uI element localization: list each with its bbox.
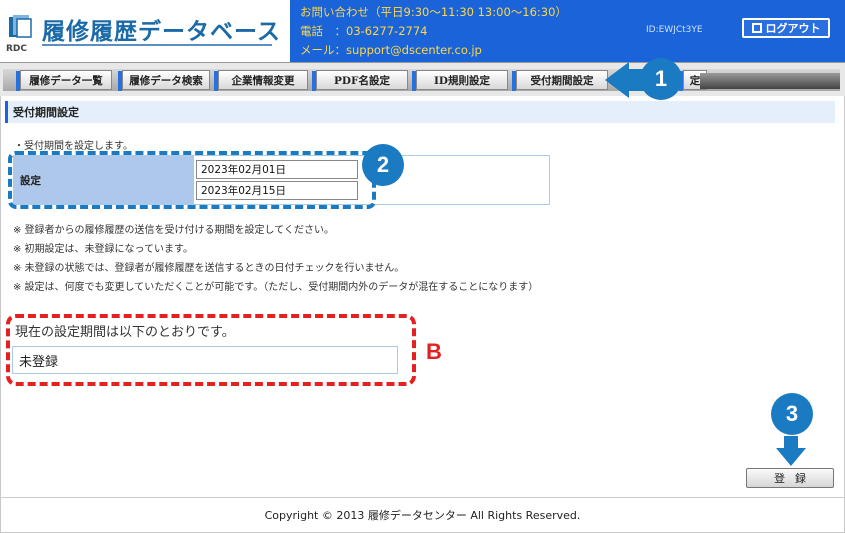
footer-divider — [0, 497, 845, 498]
register-button[interactable]: 登録 — [746, 468, 834, 488]
contact-phone: 電話 ：03-6277-2774 — [300, 24, 428, 38]
main-nav: 履修データ一覧 履修データ検索 企業情報変更 PDF名設定 ID規則設定 受付期… — [0, 62, 845, 96]
logout-button[interactable]: ログアウト — [742, 18, 830, 38]
callout-1: 1 — [640, 58, 682, 100]
intro-text: ・受付期間を設定します。 — [14, 141, 133, 152]
arrow-left-icon — [605, 62, 629, 98]
note-1: ※ 登録者からの履修履歴の送信を受け付ける期間を設定してください。 — [13, 225, 334, 236]
label-b: B — [426, 339, 442, 364]
tab-rireki-list[interactable]: 履修データ一覧 — [16, 70, 112, 91]
contact-mail-link[interactable]: support@dscenter.co.jp — [346, 43, 482, 57]
header: 履修履歴データベース RDC お問い合わせ（平日9:30～11:30 13:00… — [0, 0, 845, 62]
logo: 履修履歴データベース RDC — [0, 0, 290, 62]
tab-reception-period[interactable]: 受付期間設定 — [512, 70, 608, 91]
tab-rireki-search[interactable]: 履修データ検索 — [118, 70, 210, 91]
contact-panel: お問い合わせ（平日9:30～11:30 13:00～16:30） 電話 ：03-… — [290, 0, 845, 62]
tab-company-info[interactable]: 企業情報変更 — [214, 70, 308, 91]
logout-icon — [751, 23, 762, 33]
logo-underline — [42, 44, 272, 46]
arrow-down-icon — [776, 448, 806, 466]
logout-label: ログアウト — [765, 22, 821, 35]
logo-text: 履修履歴データベース — [42, 19, 281, 45]
contact-hours: お問い合わせ（平日9:30～11:30 13:00～16:30） — [300, 5, 567, 19]
note-3: ※ 未登録の状態では、登録者が履修履歴を送信するときの日付チェックを行いません。 — [13, 263, 405, 274]
user-id: ID:EWJCt3YE — [646, 25, 703, 35]
logo-rdc: RDC — [6, 44, 28, 54]
tab-pdf-name[interactable]: PDF名設定 — [312, 70, 408, 91]
contact-mail-label: メール： — [300, 43, 346, 57]
section-title: 受付期間設定 — [5, 101, 835, 123]
nav-tail — [700, 73, 840, 89]
highlight-current-period — [6, 314, 416, 386]
highlight-dates — [8, 151, 376, 209]
note-2: ※ 初期設定は、未登録になっています。 — [13, 244, 194, 255]
logo-icon — [9, 15, 32, 38]
contact-mail-row: メール：support@dscenter.co.jp — [300, 42, 482, 58]
callout-3: 3 — [771, 393, 813, 435]
callout-2: 2 — [362, 144, 404, 186]
footer-copyright: Copyright © 2013 履修データセンター All Rights Re… — [264, 509, 581, 522]
note-4: ※ 設定は、何度でも変更していただくことが可能です。（ただし、受付期間内外のデー… — [13, 282, 539, 293]
tab-id-rules[interactable]: ID規則設定 — [412, 70, 508, 91]
